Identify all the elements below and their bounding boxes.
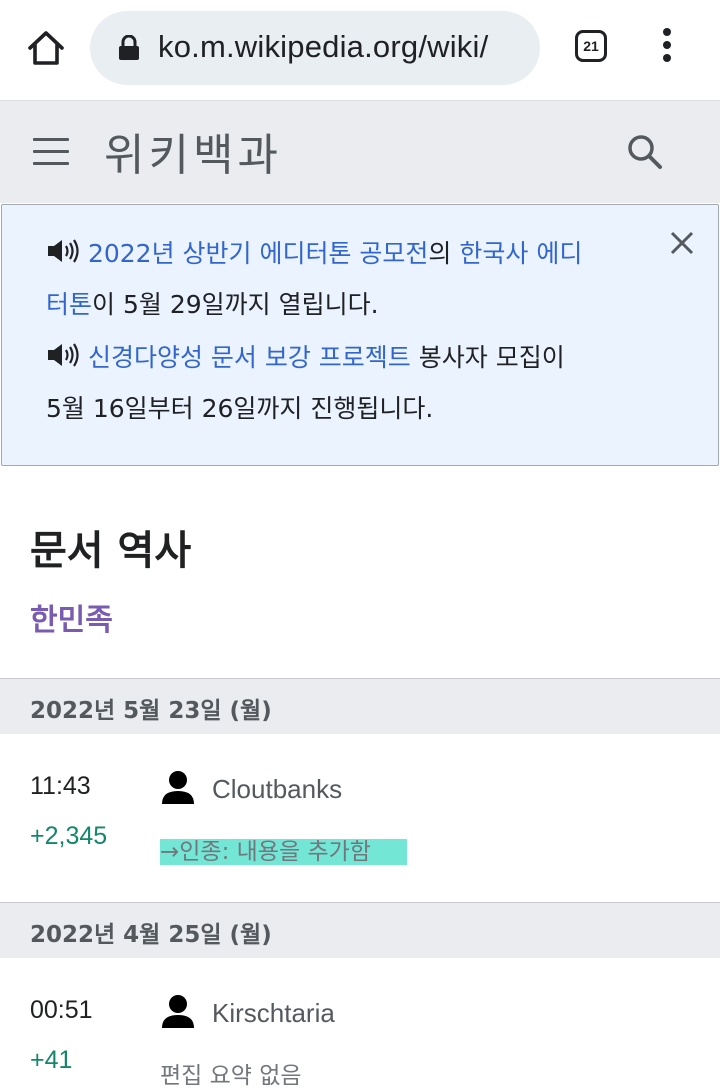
- user-icon: [160, 770, 196, 806]
- editathon-contest-link[interactable]: 2022년 상반기 에디터톤 공모전: [88, 239, 428, 268]
- revision-time[interactable]: 11:43: [30, 772, 91, 801]
- notice-line-2: 터톤이 5월 29일까지 열립니다.: [46, 290, 379, 320]
- page-title: 문서 역사: [30, 528, 192, 574]
- hamburger-menu-icon[interactable]: [33, 138, 69, 166]
- revision-diff-size: +41: [30, 1046, 73, 1074]
- browser-toolbar: ko.m.wikipedia.org/wiki/ 21: [0, 0, 720, 100]
- notice-line-4: 5월 16일부터 26일까지 진행됩니다.: [46, 394, 434, 423]
- date-label: 2022년 4월 25일 (월): [30, 922, 272, 948]
- article-link[interactable]: 한민족: [30, 595, 113, 639]
- korean-history-editathon-link-cont[interactable]: 터톤: [46, 290, 92, 319]
- speaker-icon: [46, 238, 80, 264]
- user-icon: [160, 994, 196, 1030]
- edit-summary: 편집 요약 없음: [160, 1063, 302, 1089]
- home-icon[interactable]: [24, 26, 68, 70]
- notice-text: 봉사자 모집이: [410, 343, 565, 372]
- notice-text: 의: [428, 239, 460, 268]
- revision-diff-size: +2,345: [30, 822, 108, 850]
- revision-time[interactable]: 00:51: [30, 996, 93, 1025]
- date-label: 2022년 5월 23일 (월): [30, 698, 272, 724]
- search-icon[interactable]: [626, 133, 664, 171]
- tab-switcher-button[interactable]: 21: [575, 30, 607, 62]
- korean-history-editathon-link[interactable]: 한국사 에디: [459, 239, 582, 268]
- more-menu-icon[interactable]: [654, 28, 680, 68]
- lock-icon: [118, 34, 140, 61]
- neurodiversity-project-link[interactable]: 신경다양성 문서 보강 프로젝트: [88, 343, 411, 372]
- speaker-icon: [46, 342, 80, 368]
- notice-line-3: 신경다양성 문서 보강 프로젝트 봉사자 모집이: [46, 342, 565, 373]
- wiki-header: 위키백과: [0, 100, 720, 203]
- edit-summary-text: →인종: 내용을 추가함: [160, 839, 407, 865]
- date-header: 2022년 4월 25일 (월): [0, 902, 720, 958]
- notice-line-1: 2022년 상반기 에디터톤 공모전의 한국사 에디: [46, 238, 582, 269]
- address-bar[interactable]: ko.m.wikipedia.org/wiki/: [90, 11, 540, 85]
- close-icon[interactable]: [668, 229, 696, 257]
- edit-summary: →인종: 내용을 추가함: [160, 832, 407, 866]
- notice-text: 이 5월 29일까지 열립니다.: [92, 290, 379, 319]
- date-header: 2022년 5월 23일 (월): [0, 678, 720, 734]
- site-title[interactable]: 위키백과: [104, 119, 282, 183]
- site-notice: 2022년 상반기 에디터톤 공모전의 한국사 에디 터톤이 5월 29일까지 …: [1, 204, 719, 466]
- url-text[interactable]: ko.m.wikipedia.org/wiki/: [158, 29, 488, 65]
- revision-user-link[interactable]: Kirschtaria: [212, 998, 335, 1029]
- revision-user-link[interactable]: Cloutbanks: [212, 774, 342, 805]
